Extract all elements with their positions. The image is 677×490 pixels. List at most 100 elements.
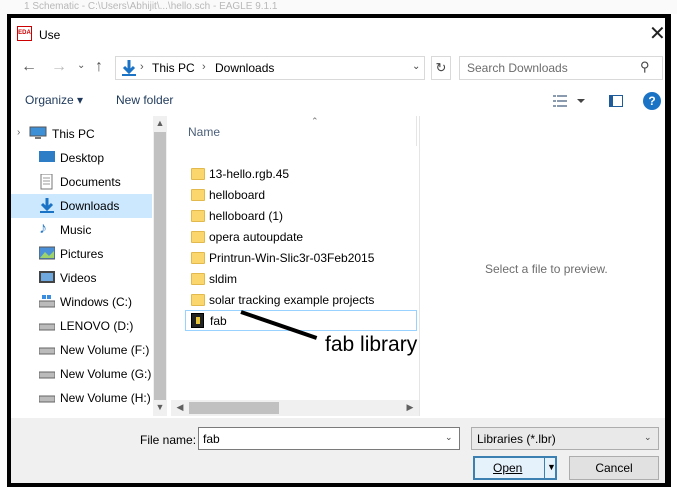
- music-icon: ♪: [39, 220, 47, 237]
- nav-item-downloads[interactable]: Downloads: [11, 194, 152, 218]
- scrollbar-thumb[interactable]: [189, 402, 279, 414]
- preview-divider[interactable]: [419, 116, 420, 416]
- nav-item-desktop[interactable]: Desktop: [11, 146, 152, 170]
- folder-icon: [191, 252, 205, 264]
- nav-item-music[interactable]: ♪ Music: [11, 218, 152, 242]
- scroll-up-arrow-icon[interactable]: ▲: [153, 118, 167, 128]
- recent-locations-chevron-icon[interactable]: ⌄: [77, 60, 85, 71]
- new-folder-button[interactable]: New folder: [116, 93, 173, 107]
- folder-icon: [191, 189, 205, 201]
- file-name: helloboard: [209, 188, 266, 202]
- search-box[interactable]: Search Downloads ⚲: [459, 56, 663, 80]
- folder-icon: [191, 273, 205, 285]
- app-icon: EDA: [17, 26, 32, 41]
- file-name-label: File name:: [140, 433, 197, 447]
- nav-label: Music: [60, 223, 92, 237]
- folder-icon: [191, 294, 205, 306]
- expand-chevron-icon[interactable]: ›: [17, 127, 20, 138]
- nav-vertical-scrollbar[interactable]: ▲ ▼: [153, 116, 167, 416]
- file-type-value: Libraries (*.lbr): [477, 432, 556, 446]
- nav-item-new-volume-h[interactable]: New Volume (H:): [11, 386, 152, 410]
- computer-icon: [29, 126, 47, 140]
- search-icon[interactable]: ⚲: [640, 59, 650, 75]
- nav-item-pictures[interactable]: Pictures: [11, 242, 152, 266]
- open-button-label: Open: [493, 461, 523, 475]
- file-name: sldim: [209, 272, 238, 286]
- background-window-title: 1 Schematic - C:\Users\Abhijit\...\hello…: [0, 0, 677, 14]
- scroll-down-arrow-icon[interactable]: ▼: [153, 402, 167, 412]
- nav-label: Pictures: [60, 247, 104, 261]
- pictures-icon: [38, 246, 56, 260]
- file-type-select[interactable]: Libraries (*.lbr) ⌄: [471, 427, 659, 450]
- file-row[interactable]: sldim: [185, 269, 417, 290]
- nav-item-videos[interactable]: Videos: [11, 266, 152, 290]
- scroll-left-arrow-icon[interactable]: ◀: [173, 402, 187, 413]
- file-list: ⌃ Name 13-hello.rgb.45 helloboard hellob…: [171, 116, 419, 416]
- column-divider[interactable]: [416, 116, 417, 146]
- downloads-location-icon: [120, 59, 138, 80]
- file-name-input[interactable]: fab ⌄: [198, 427, 460, 450]
- nav-label: Windows (C:): [60, 295, 133, 309]
- library-file-icon: [191, 313, 204, 328]
- nav-item-this-pc[interactable]: › This PC: [11, 122, 152, 146]
- close-button[interactable]: ✕: [649, 21, 665, 46]
- nav-label: Videos: [60, 271, 97, 285]
- organize-button[interactable]: Organize ▾: [25, 93, 83, 107]
- address-dropdown-icon[interactable]: ⌄: [412, 61, 420, 72]
- address-bar[interactable]: › This PC › Downloads ⌄: [115, 56, 425, 80]
- open-button[interactable]: Open ▼: [473, 456, 557, 480]
- dialog-title: Use: [39, 28, 61, 42]
- sort-ascending-icon: ⌃: [311, 116, 319, 126]
- column-header-name[interactable]: Name: [188, 125, 220, 139]
- file-type-dropdown-icon[interactable]: ⌄: [644, 432, 652, 443]
- open-dropdown-icon[interactable]: ▼: [547, 462, 556, 472]
- file-row[interactable]: solar tracking example projects: [185, 290, 417, 311]
- cancel-button[interactable]: Cancel: [569, 456, 659, 480]
- folder-icon: [191, 168, 205, 180]
- up-arrow-icon[interactable]: ↑: [95, 58, 103, 76]
- file-name-dropdown-icon[interactable]: ⌄: [445, 432, 453, 443]
- open-button-split-divider: [544, 458, 545, 478]
- file-list-horizontal-scrollbar[interactable]: ◀ ▶: [171, 400, 419, 416]
- back-arrow-icon[interactable]: ←: [21, 58, 37, 76]
- file-name-value: fab: [203, 432, 220, 446]
- nav-item-windows-c[interactable]: Windows (C:): [11, 290, 152, 314]
- desktop-icon: [39, 150, 55, 164]
- preview-pane-icon[interactable]: [609, 95, 623, 107]
- documents-icon: [39, 173, 55, 190]
- nav-label: New Volume (G:): [60, 367, 152, 381]
- nav-item-new-volume-f[interactable]: New Volume (F:): [11, 338, 152, 362]
- nav-item-documents[interactable]: Documents: [11, 170, 152, 194]
- nav-label: Downloads: [60, 199, 120, 213]
- breadcrumb-separator-icon: ›: [202, 61, 206, 73]
- scrollbar-thumb[interactable]: [154, 132, 166, 400]
- refresh-icon[interactable]: ↻: [431, 56, 451, 80]
- scroll-right-arrow-icon[interactable]: ▶: [403, 402, 417, 413]
- file-row[interactable]: Printrun-Win-Slic3r-03Feb2015: [185, 248, 417, 269]
- file-name: Printrun-Win-Slic3r-03Feb2015: [209, 251, 375, 265]
- nav-label: LENOVO (D:): [60, 319, 134, 333]
- navigation-pane: › This PC Desktop Documents Downloads ♪ …: [11, 116, 152, 416]
- windows-drive-icon: [38, 294, 56, 308]
- nav-item-new-volume-g[interactable]: New Volume (G:): [11, 362, 152, 386]
- breadcrumb-this-pc[interactable]: This PC: [152, 61, 195, 75]
- help-icon[interactable]: ?: [643, 92, 661, 110]
- file-name: solar tracking example projects: [209, 293, 375, 307]
- file-row[interactable]: helloboard: [185, 185, 417, 206]
- file-row[interactable]: opera autoupdate: [185, 227, 417, 248]
- file-name: opera autoupdate: [209, 230, 304, 244]
- file-name: helloboard (1): [209, 209, 284, 223]
- nav-item-lenovo-d[interactable]: LENOVO (D:): [11, 314, 152, 338]
- folder-icon: [191, 231, 205, 243]
- drive-icon: [38, 366, 56, 380]
- file-row[interactable]: helloboard (1): [185, 206, 417, 227]
- breadcrumb-downloads[interactable]: Downloads: [215, 61, 274, 75]
- view-options-icon[interactable]: [553, 94, 585, 111]
- drive-icon: [38, 390, 56, 404]
- videos-icon: [39, 270, 55, 284]
- forward-arrow-icon[interactable]: →: [51, 58, 67, 76]
- file-row[interactable]: 13-hello.rgb.45: [185, 164, 417, 185]
- file-row-selected[interactable]: fab: [185, 310, 417, 331]
- downloads-icon: [39, 198, 55, 213]
- nav-label: This PC: [52, 127, 95, 141]
